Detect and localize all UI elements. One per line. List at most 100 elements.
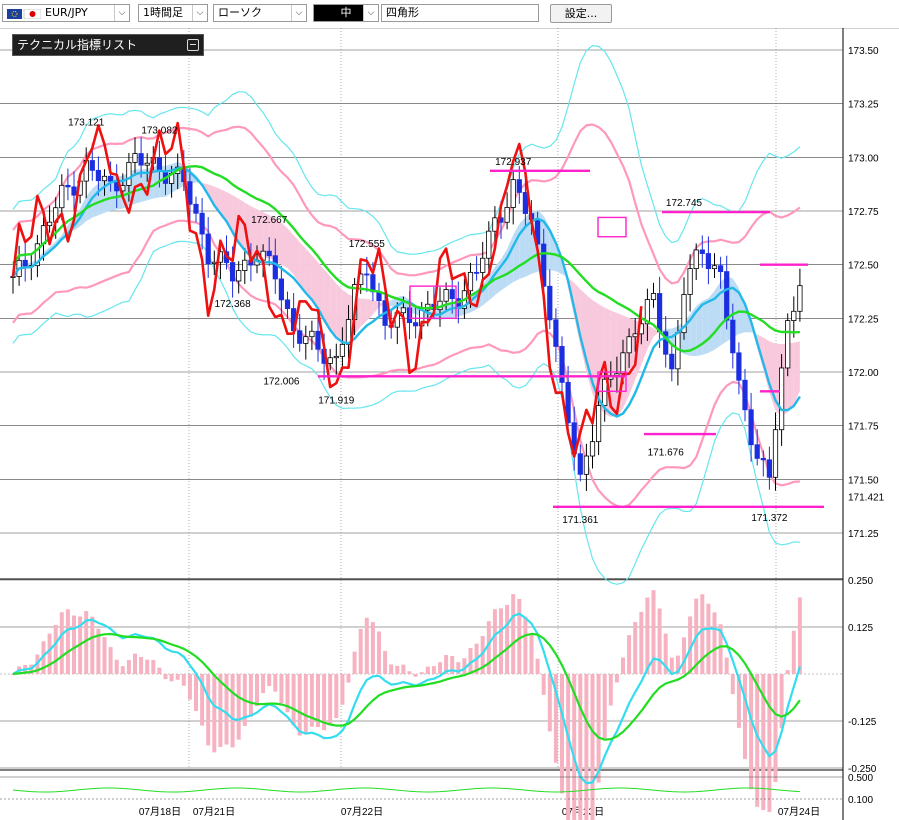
candle-body — [144, 162, 150, 166]
candle-body — [553, 319, 559, 347]
price-annotation: 173.121 — [68, 117, 105, 128]
candle-body — [724, 271, 730, 321]
chart-style-select[interactable]: ローソク ⌵ — [213, 4, 307, 22]
candle-body — [766, 459, 773, 478]
macd-histogram-bar — [749, 674, 754, 790]
macd-histogram-bar — [291, 674, 296, 726]
ichimoku-cloud — [281, 222, 288, 268]
macd-histogram-bar — [779, 674, 784, 729]
macd-histogram-bar — [627, 635, 632, 674]
macd-histogram-bar — [297, 674, 302, 736]
draw-shape-field[interactable]: 四角形 — [381, 4, 539, 22]
price-tick-label: 172.00 — [848, 368, 879, 379]
price-tick-label: 171.75 — [848, 422, 879, 433]
candle-body — [797, 285, 803, 312]
price-chart[interactable]: 173.50 173.25 173.00 172.75 172.50 172.25 172.… — [0, 28, 899, 820]
candle-body — [297, 330, 303, 344]
macd-histogram-bar — [499, 608, 503, 674]
candle-body — [156, 157, 162, 171]
macd-histogram-bar — [791, 630, 796, 674]
macd-histogram-bar — [133, 653, 137, 674]
current-price-label: 171.421 — [848, 492, 885, 503]
osc-tick-label: -0.125 — [848, 717, 877, 728]
candle-body — [108, 175, 114, 182]
macd-histogram-bar — [706, 603, 711, 674]
candle-body — [412, 322, 419, 327]
candle-body — [309, 330, 315, 338]
candle-body — [791, 310, 797, 321]
candle-body — [229, 262, 236, 282]
candle-body — [272, 255, 278, 280]
candle-body — [486, 230, 492, 259]
price-annotation: 171.372 — [751, 513, 788, 524]
candle-body — [303, 336, 309, 344]
price-tick-label: 173.00 — [848, 153, 879, 164]
macd-histogram-bar — [535, 658, 540, 674]
candle-body — [760, 458, 766, 461]
symbol-select[interactable]: EUR/JPY ⌵ — [2, 4, 130, 22]
macd-histogram-bar — [419, 672, 424, 674]
macd-histogram-bar — [614, 674, 619, 683]
macd-histogram-bar — [547, 674, 552, 732]
draw-weight-select[interactable]: 中 ⌵ — [313, 4, 379, 22]
macd-histogram-bar — [395, 665, 400, 674]
macd-histogram-bar — [279, 674, 284, 704]
ichimoku-cloud — [366, 298, 373, 321]
candle-body — [516, 179, 522, 193]
price-tick-label: 173.25 — [848, 100, 879, 111]
candle-body — [669, 353, 675, 370]
macd-histogram-bar — [566, 674, 571, 820]
macd-histogram-bar — [346, 674, 351, 683]
x-tick-label: 07月22日 — [341, 806, 383, 818]
candle-body — [583, 455, 590, 475]
macd-histogram-bar — [383, 650, 388, 674]
macd-histogram-bar — [797, 597, 802, 674]
candle-body — [364, 273, 370, 276]
price-annotation: 172.667 — [251, 215, 288, 226]
candle-body — [577, 453, 583, 475]
macd-histogram-bar — [108, 647, 113, 674]
technical-indicator-panel[interactable]: テクニカル指標リスト — [12, 34, 204, 56]
macd-histogram-bar — [157, 667, 162, 674]
macd-histogram-bar — [358, 628, 363, 674]
chevron-down-icon[interactable]: ⌵ — [291, 5, 306, 21]
candle-body — [736, 352, 742, 381]
sub-tick-label: 0.100 — [848, 795, 873, 806]
candle-body — [705, 253, 712, 270]
candle-body — [657, 293, 663, 333]
candle-body — [730, 319, 736, 354]
ichimoku-cloud — [507, 234, 514, 287]
candle-body — [473, 271, 480, 274]
macd-histogram-bar — [328, 674, 333, 726]
macd-histogram-bar — [212, 674, 217, 753]
candle-body — [596, 405, 602, 443]
osc-tick-label: 0.250 — [848, 576, 873, 587]
chevron-down-icon[interactable]: ⌵ — [363, 5, 378, 21]
macd-histogram-bar — [151, 660, 156, 674]
price-annotation: 172.006 — [263, 377, 300, 388]
candle-body — [65, 184, 71, 188]
macd-histogram-bar — [65, 609, 70, 674]
macd-histogram-bar — [511, 594, 516, 674]
macd-histogram-bar — [682, 637, 686, 674]
ichimoku-cloud — [647, 325, 654, 350]
rectangle-drawing — [597, 216, 627, 238]
macd-histogram-bar — [773, 674, 778, 782]
macd-histogram-bar — [181, 674, 186, 686]
candle-body — [718, 265, 724, 272]
macd-histogram-bar — [261, 674, 266, 694]
candle-body — [132, 153, 138, 163]
collapse-icon[interactable] — [187, 39, 199, 51]
settings-button[interactable]: 設定... — [550, 4, 612, 23]
chevron-down-icon[interactable]: ⌵ — [114, 5, 129, 21]
macd-histogram-bar — [639, 611, 644, 674]
price-tick-label: 172.75 — [848, 207, 879, 218]
ichimoku-cloud — [336, 283, 343, 342]
candle-body — [22, 259, 28, 267]
chevron-down-icon[interactable]: ⌵ — [192, 5, 207, 21]
macd-histogram-bar — [370, 622, 375, 674]
macd-histogram-bar — [255, 674, 259, 707]
timeframe-select[interactable]: 1時間足 ⌵ — [138, 4, 208, 22]
candle-body — [89, 160, 95, 171]
candle-body — [467, 271, 474, 292]
